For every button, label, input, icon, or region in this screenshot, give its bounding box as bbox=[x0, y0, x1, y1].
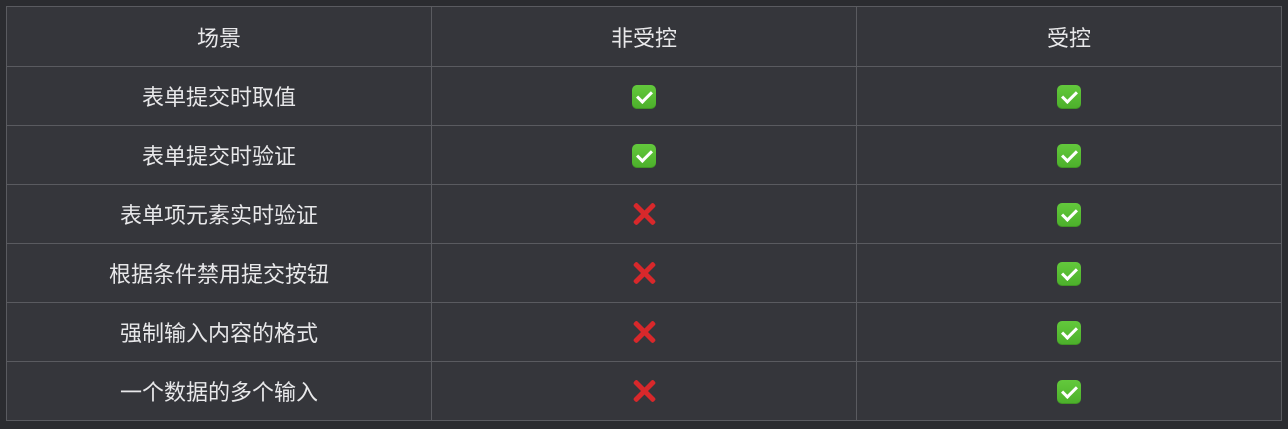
cross-mark-icon bbox=[631, 378, 657, 404]
scenario-cell: 一个数据的多个输入 bbox=[6, 361, 432, 421]
check-mark-icon bbox=[1057, 320, 1081, 345]
scenario-cell: 表单提交时验证 bbox=[6, 125, 432, 185]
uncontrolled-cell bbox=[431, 361, 857, 421]
header-controlled: 受控 bbox=[856, 6, 1282, 67]
table-row: 表单项元素实时验证 bbox=[6, 184, 1282, 244]
check-mark-icon bbox=[632, 143, 656, 168]
controlled-cell bbox=[856, 302, 1282, 362]
uncontrolled-cell bbox=[431, 302, 857, 362]
table-row: 根据条件禁用提交按钮 bbox=[6, 243, 1282, 303]
check-mark-icon bbox=[1057, 261, 1081, 286]
scenario-cell: 强制输入内容的格式 bbox=[6, 302, 432, 362]
check-mark-icon bbox=[1057, 202, 1081, 227]
controlled-cell bbox=[856, 361, 1282, 421]
header-row: 场景 非受控 受控 bbox=[6, 6, 1282, 67]
scenario-cell: 表单提交时取值 bbox=[6, 66, 432, 126]
table-row: 表单提交时取值 bbox=[6, 66, 1282, 126]
comparison-table-container: 场景 非受控 受控 表单提交时取值 表单提交时验证 表单项元素实时验证 根据条件… bbox=[6, 6, 1282, 423]
controlled-cell bbox=[856, 66, 1282, 126]
header-uncontrolled: 非受控 bbox=[431, 6, 857, 67]
check-mark-icon bbox=[1057, 143, 1081, 168]
cross-mark-icon bbox=[631, 201, 657, 227]
table-row: 强制输入内容的格式 bbox=[6, 302, 1282, 362]
header-scenario: 场景 bbox=[6, 6, 432, 67]
scenario-cell: 表单项元素实时验证 bbox=[6, 184, 432, 244]
controlled-cell bbox=[856, 184, 1282, 244]
controlled-cell bbox=[856, 125, 1282, 185]
check-mark-icon bbox=[632, 84, 656, 109]
scenario-cell: 根据条件禁用提交按钮 bbox=[6, 243, 432, 303]
table-row: 一个数据的多个输入 bbox=[6, 361, 1282, 421]
uncontrolled-cell bbox=[431, 125, 857, 185]
table-row: 表单提交时验证 bbox=[6, 125, 1282, 185]
check-mark-icon bbox=[1057, 84, 1081, 109]
uncontrolled-cell bbox=[431, 66, 857, 126]
uncontrolled-cell bbox=[431, 184, 857, 244]
uncontrolled-cell bbox=[431, 243, 857, 303]
controlled-cell bbox=[856, 243, 1282, 303]
check-mark-icon bbox=[1057, 379, 1081, 404]
cross-mark-icon bbox=[631, 319, 657, 345]
comparison-table: 场景 非受控 受控 表单提交时取值 表单提交时验证 表单项元素实时验证 根据条件… bbox=[6, 6, 1282, 421]
cross-mark-icon bbox=[631, 260, 657, 286]
